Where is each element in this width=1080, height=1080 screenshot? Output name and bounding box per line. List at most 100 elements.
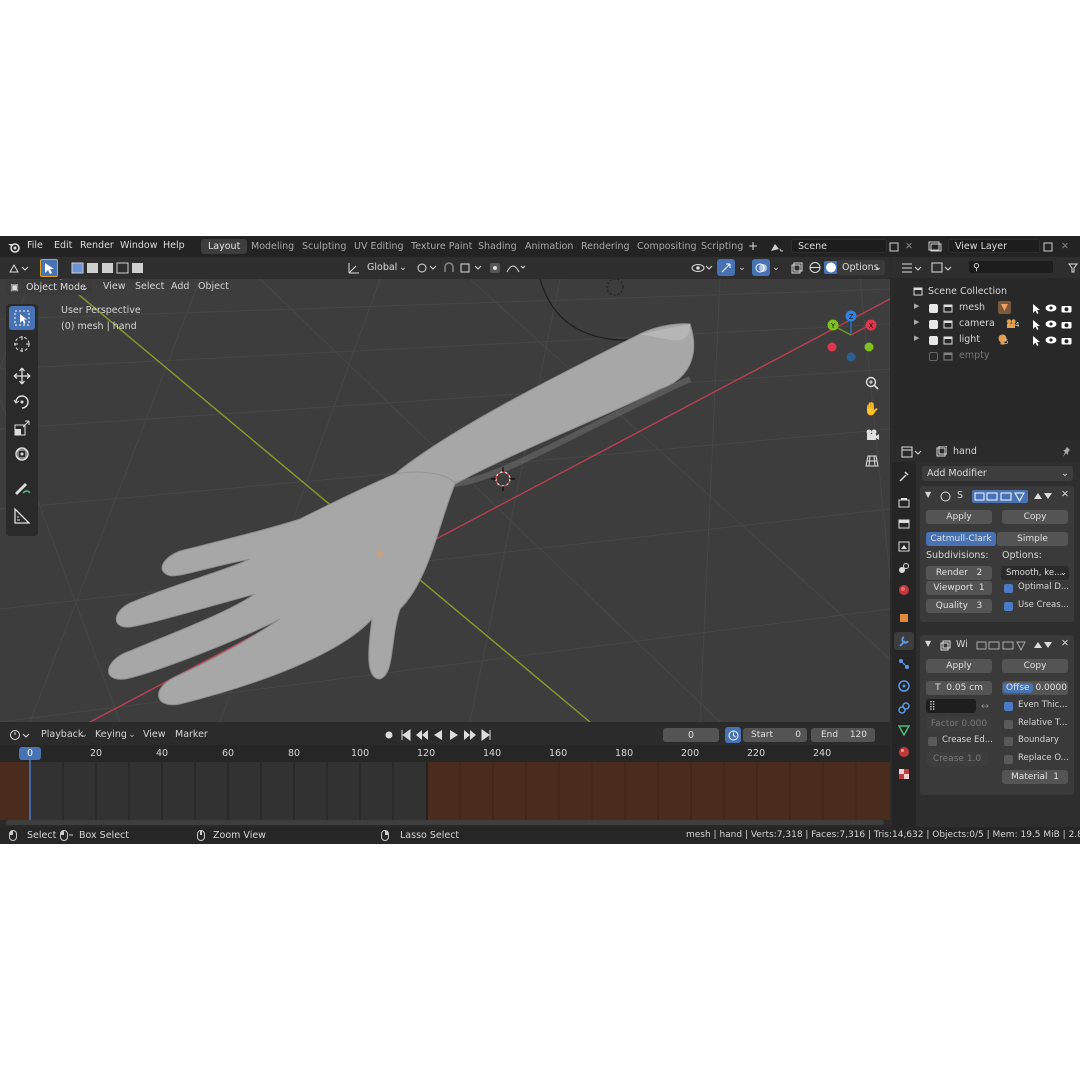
add-workspace-button[interactable]: +: [748, 239, 758, 253]
factor-field[interactable]: Factor 0.000: [926, 717, 992, 731]
remove-modifier-icon[interactable]: ✕: [1061, 489, 1069, 500]
optimal-display-checkbox[interactable]: [1004, 584, 1013, 593]
options-dropdown[interactable]: Options ⌄: [837, 260, 885, 275]
outliner-search-input[interactable]: ⚲: [968, 260, 1054, 274]
annotate-tool[interactable]: [9, 476, 35, 500]
eye-icon[interactable]: [1044, 318, 1058, 330]
menu-keying[interactable]: Keying: [95, 729, 127, 740]
xray-icon[interactable]: [789, 260, 805, 275]
playhead[interactable]: 0: [19, 747, 41, 760]
outliner-row[interactable]: ▶ camera 4: [892, 316, 1080, 332]
tab-sculpting[interactable]: Sculpting: [295, 239, 353, 254]
render-camera-icon[interactable]: [1059, 302, 1073, 314]
outliner-row[interactable]: ▶ light 5: [892, 332, 1080, 348]
editor-type-icon[interactable]: [8, 727, 32, 743]
copy-button[interactable]: Copy: [1002, 659, 1068, 673]
replace-original-checkbox[interactable]: [1004, 755, 1013, 764]
tab-rendering[interactable]: Rendering: [574, 239, 637, 254]
tab-texture-paint[interactable]: Texture Paint: [404, 239, 479, 254]
current-frame-field[interactable]: 0: [663, 728, 719, 742]
frame-start-field[interactable]: Start 0: [743, 728, 807, 742]
exclude-checkbox[interactable]: [929, 320, 938, 329]
timeline-area[interactable]: 0 20 40 60 80 100 120 140 160 180 200 22…: [0, 745, 890, 827]
mode-dropdown[interactable]: ▣ Object Mode ⌄: [6, 280, 92, 295]
scene-field[interactable]: Scene: [791, 239, 887, 253]
tab-scripting[interactable]: Scripting: [694, 239, 750, 254]
scene-collection-row[interactable]: Scene Collection: [892, 284, 1080, 300]
menu-edit[interactable]: Edit: [54, 240, 72, 251]
selectable-arrow-icon[interactable]: [1030, 318, 1042, 330]
perspective-grid-icon[interactable]: [862, 451, 882, 471]
proportional-editing-icon[interactable]: [488, 260, 528, 275]
use-creases-checkbox[interactable]: [1004, 602, 1013, 611]
display-mode-icon[interactable]: [930, 261, 954, 274]
record-icon[interactable]: [381, 727, 397, 743]
menu-help[interactable]: Help: [163, 240, 185, 251]
add-modifier-dropdown[interactable]: Add Modifier ⌄: [922, 466, 1073, 481]
view-layer-field[interactable]: View Layer: [948, 239, 1040, 253]
camera-view-icon[interactable]: [862, 425, 882, 445]
object-data-icon[interactable]: [896, 722, 912, 738]
move-up-down-icon[interactable]: [1032, 638, 1054, 652]
offset-field[interactable]: Offse 0.0000: [1002, 681, 1068, 695]
apply-button[interactable]: Apply: [926, 659, 992, 673]
boundary-checkbox[interactable]: [1004, 737, 1013, 746]
editor-type-icon[interactable]: [6, 260, 32, 276]
menu-view[interactable]: View: [103, 281, 126, 292]
select-mode-icon[interactable]: [40, 259, 58, 277]
snap-icon[interactable]: [442, 260, 486, 275]
selectable-arrow-icon[interactable]: [1030, 302, 1042, 314]
crease-weight-field[interactable]: Crease 1.0: [926, 752, 988, 766]
zoom-icon[interactable]: [862, 373, 882, 393]
mesh-data-icon[interactable]: [998, 301, 1011, 314]
gizmo-toggle-icon[interactable]: [717, 259, 735, 276]
menu-object[interactable]: Object: [198, 281, 229, 292]
eye-icon[interactable]: [1044, 302, 1058, 314]
particles-properties-icon[interactable]: [896, 656, 912, 672]
tab-layout[interactable]: Layout: [201, 239, 248, 254]
chevron-down-icon[interactable]: ⌄: [737, 260, 747, 275]
expand-arrow-icon[interactable]: ▶: [914, 334, 919, 342]
relative-thickness-checkbox[interactable]: [1004, 720, 1013, 729]
pan-hand-icon[interactable]: ✋: [862, 399, 882, 419]
render-camera-icon[interactable]: [1059, 318, 1073, 330]
outliner-row[interactable]: empty: [892, 348, 1080, 364]
pivot-point-icon[interactable]: [414, 260, 440, 275]
preview-range-clock-icon[interactable]: [725, 727, 741, 743]
select-box-tool[interactable]: [9, 306, 35, 330]
menu-render[interactable]: Render: [80, 240, 114, 251]
physics-properties-icon[interactable]: [896, 678, 912, 694]
filter-icon[interactable]: [1066, 261, 1080, 274]
view-layer-properties-icon[interactable]: [896, 538, 912, 554]
menu-window[interactable]: Window: [120, 240, 157, 251]
tab-compositing[interactable]: Compositing: [630, 239, 704, 254]
render-levels-field[interactable]: Render 2: [926, 566, 992, 580]
even-thickness-checkbox[interactable]: [1004, 702, 1013, 711]
new-scene-icon[interactable]: [887, 240, 901, 253]
rotate-tool[interactable]: [9, 390, 35, 414]
collapse-arrow-icon[interactable]: ▼: [925, 490, 931, 499]
selectable-arrow-icon[interactable]: [1030, 334, 1042, 346]
editor-type-icon[interactable]: [900, 261, 924, 274]
material-properties-icon[interactable]: [896, 744, 912, 760]
measure-tool[interactable]: [9, 504, 35, 528]
viewport-levels-field[interactable]: Viewport 1: [926, 581, 992, 595]
modifier-name-field[interactable]: S: [957, 490, 963, 501]
timeline-scrollbar[interactable]: [6, 820, 884, 825]
invert-arrows-icon[interactable]: ↔: [978, 699, 992, 713]
object-properties-icon[interactable]: [896, 610, 912, 626]
new-view-layer-icon[interactable]: [1041, 240, 1055, 253]
simple-tab[interactable]: Simple: [997, 532, 1068, 546]
apply-button[interactable]: Apply: [926, 510, 992, 524]
pin-icon[interactable]: [1060, 445, 1074, 459]
tab-uv-editing[interactable]: UV Editing: [347, 239, 411, 254]
transform-tool[interactable]: [9, 442, 35, 466]
quality-field[interactable]: Quality 3: [926, 599, 992, 613]
modifier-properties-icon[interactable]: [894, 632, 914, 650]
tab-modeling[interactable]: Modeling: [244, 239, 301, 254]
scene-icon[interactable]: [767, 240, 787, 253]
transform-orientation-dropdown[interactable]: Global ⌄: [362, 260, 410, 275]
modifier-visibility-toggles[interactable]: [974, 638, 1026, 652]
tab-shading[interactable]: Shading: [471, 239, 524, 254]
remove-modifier-icon[interactable]: ✕: [1061, 638, 1069, 649]
